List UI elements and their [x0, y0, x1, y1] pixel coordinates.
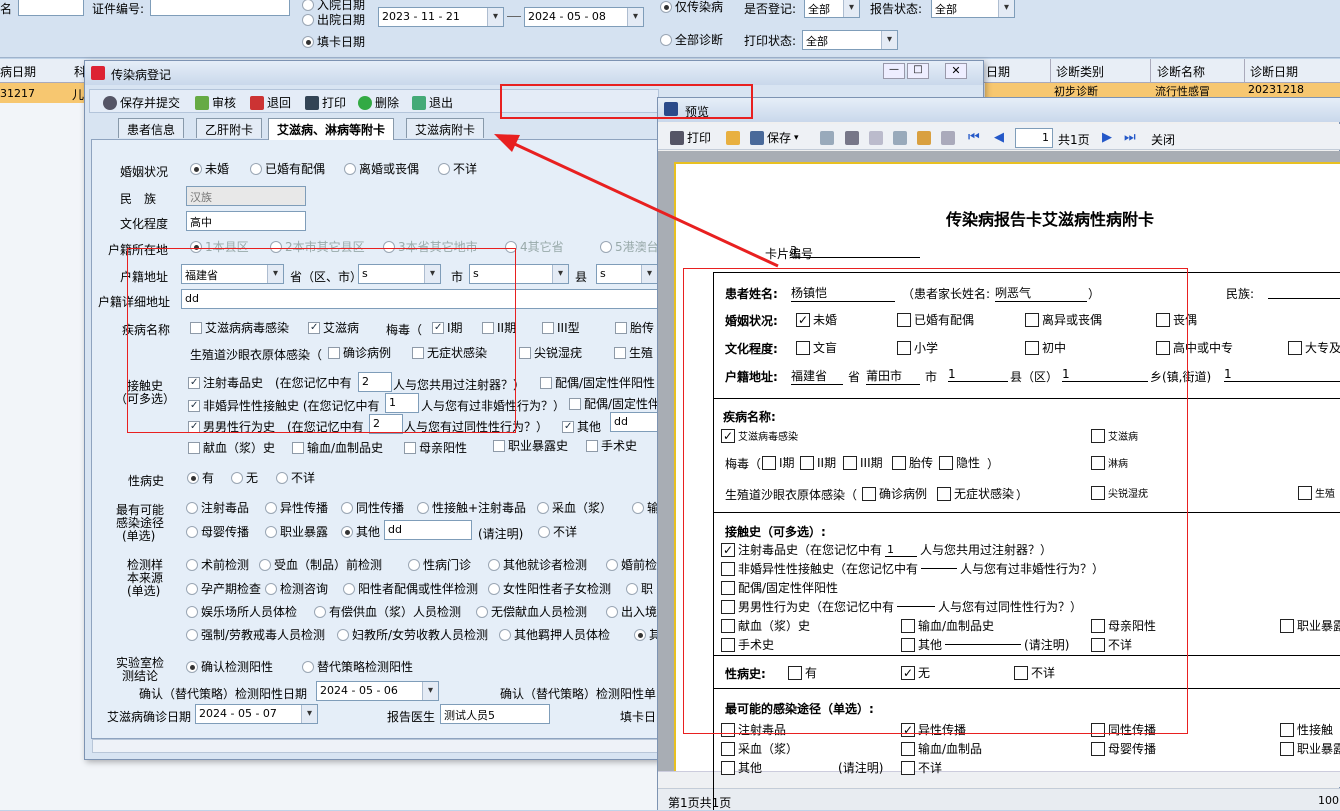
annotation-arrows: [494, 134, 779, 268]
annotation-arrowhead: [494, 134, 520, 152]
annotation-arrow-line: [505, 138, 779, 268]
